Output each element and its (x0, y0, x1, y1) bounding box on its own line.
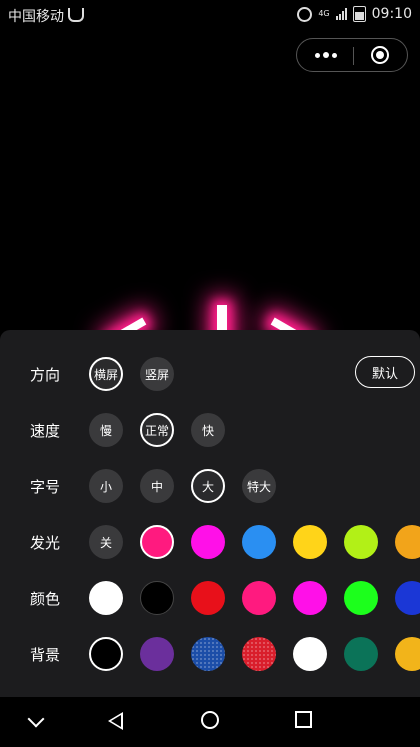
text-color-swatch-4[interactable] (293, 581, 327, 615)
row-label: 速度 (30, 422, 61, 440)
status-bar: 中国移动 4G 09:10 (0, 0, 420, 30)
row-label: 背景 (30, 646, 61, 664)
glow-color-swatch-5[interactable] (395, 525, 420, 559)
background-swatch-5[interactable] (344, 637, 378, 671)
text-color-swatch-0[interactable] (89, 581, 123, 615)
row-direction: 方向 默认 横屏 竖屏 (0, 354, 420, 394)
carrier-icon (68, 8, 84, 22)
background-swatch-1[interactable] (140, 637, 174, 671)
battery-icon (352, 6, 366, 22)
background-swatch-2[interactable] (191, 637, 225, 671)
text-color-swatch-3[interactable] (242, 581, 276, 615)
network-type: 4G (318, 9, 330, 18)
text-color-swatch-2[interactable] (191, 581, 225, 615)
font-size-option-1[interactable]: 中 (140, 469, 174, 503)
speed-option-2[interactable]: 快 (191, 413, 225, 447)
glow-color-swatch-1[interactable] (191, 525, 225, 559)
status-right: 4G 09:10 (297, 6, 412, 22)
row-label: 颜色 (30, 590, 61, 608)
alarm-icon (297, 6, 313, 22)
background-swatch-3[interactable] (242, 637, 276, 671)
row-font-size: 字号 小中大特大 (0, 466, 420, 506)
direction-option-0[interactable]: 横屏 (89, 357, 123, 391)
home-circle-icon[interactable] (201, 711, 219, 729)
text-color-swatch-5[interactable] (344, 581, 378, 615)
background-swatch-6[interactable] (395, 637, 420, 671)
row-label: 方向 (30, 366, 61, 384)
signal-icon (335, 8, 347, 20)
background-swatch-4[interactable] (293, 637, 327, 671)
carrier-name: 中国移动 (8, 9, 64, 25)
carrier-info: 中国移动 (8, 6, 84, 26)
row-label: 发光 (30, 534, 61, 552)
text-color-swatch-6[interactable] (395, 581, 420, 615)
row-label: 字号 (30, 478, 61, 496)
glow-color-swatch-4[interactable] (344, 525, 378, 559)
mini-program-capsule (296, 38, 408, 72)
more-dots-icon[interactable] (311, 46, 341, 64)
background-swatch-0[interactable] (89, 637, 123, 671)
direction-option-1[interactable]: 竖屏 (140, 357, 174, 391)
glow-color-swatch-3[interactable] (293, 525, 327, 559)
clock: 09:10 (371, 6, 412, 22)
text-color-swatch-1[interactable] (140, 581, 174, 615)
target-circle-icon[interactable] (371, 46, 389, 64)
chevron-down-icon[interactable] (27, 710, 45, 728)
recent-square-icon[interactable] (295, 711, 312, 728)
row-glow: 发光 关 (0, 522, 420, 562)
settings-panel: 方向 默认 横屏 竖屏 速度 慢正常快 字号 小中大特大 发光 关 颜色 背景 (0, 330, 420, 698)
glow-color-swatch-0[interactable] (140, 525, 174, 559)
font-size-option-2[interactable]: 大 (191, 469, 225, 503)
system-nav-bar (0, 697, 420, 747)
default-button[interactable]: 默认 (355, 356, 415, 388)
row-text-color: 颜色 (0, 578, 420, 618)
speed-option-0[interactable]: 慢 (89, 413, 123, 447)
speed-option-1[interactable]: 正常 (140, 413, 174, 447)
row-speed: 速度 慢正常快 (0, 410, 420, 450)
glow-off-button[interactable]: 关 (89, 525, 123, 559)
font-size-option-0[interactable]: 小 (89, 469, 123, 503)
row-background: 背景 (0, 634, 420, 674)
back-triangle-icon[interactable] (108, 712, 123, 730)
capsule-divider (353, 47, 354, 65)
font-size-option-3[interactable]: 特大 (242, 469, 276, 503)
glow-color-swatch-2[interactable] (242, 525, 276, 559)
